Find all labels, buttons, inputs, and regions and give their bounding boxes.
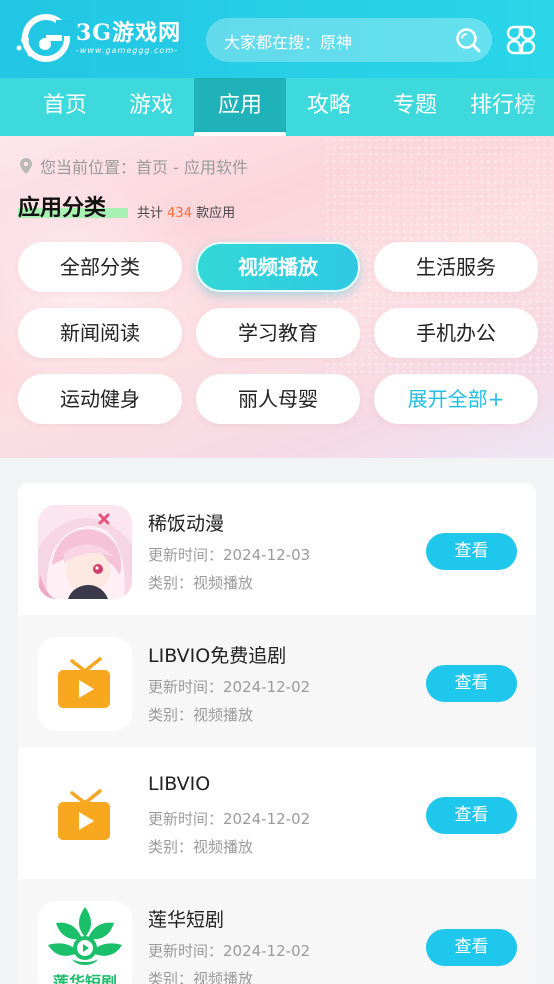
search-icon[interactable] (454, 26, 482, 54)
category-life[interactable]: 生活服务 (374, 242, 538, 292)
site-logo[interactable]: 3G游戏网 -www.gameggg.com- (16, 14, 181, 62)
category-expand-all[interactable]: 展开全部+ (374, 374, 538, 424)
app-update-date: 更新时间：2024-12-02 (148, 678, 311, 696)
category-sports[interactable]: 运动健身 (18, 374, 182, 424)
category-all[interactable]: 全部分类 (18, 242, 182, 292)
app-name: LIBVIO (148, 773, 211, 795)
nav-guides[interactable]: 攻略 (286, 78, 372, 136)
search-input[interactable]: 大家都在搜：原神 (206, 18, 492, 62)
view-button[interactable]: 查看 (426, 533, 517, 570)
view-button[interactable]: 查看 (426, 797, 517, 834)
category-video[interactable]: 视频播放 (196, 242, 360, 292)
list-item[interactable]: 稀饭动漫 更新时间：2024-12-03 类别：视频播放 查看 (18, 483, 536, 615)
icon-brand-text: 莲华短剧 (52, 973, 117, 984)
search-placeholder: 大家都在搜：原神 (224, 33, 353, 52)
nav-scroll-fade (514, 78, 554, 136)
logo-subtitle: -www.gameggg.com- (76, 46, 178, 55)
count-suffix: 款应用 (196, 206, 236, 221)
anime-girl-icon (38, 505, 132, 599)
breadcrumb: 您当前位置：首页 - 应用软件 (18, 154, 248, 178)
lotus-play-icon: 莲华短剧 (38, 901, 132, 984)
nav-topics[interactable]: 专题 (372, 78, 458, 136)
view-button[interactable]: 查看 (426, 665, 517, 702)
count-prefix: 共计 (137, 206, 164, 221)
count-number: 434 (167, 206, 192, 221)
category-office[interactable]: 手机办公 (374, 308, 538, 358)
logo-mark-icon (16, 14, 74, 62)
nav-apps[interactable]: 应用 (194, 78, 286, 136)
category-news[interactable]: 新闻阅读 (18, 308, 182, 358)
view-button[interactable]: 查看 (426, 929, 517, 966)
category-menu-icon[interactable] (505, 24, 537, 56)
list-item[interactable]: LIBVIO 更新时间：2024-12-02 类别：视频播放 查看 (18, 747, 536, 879)
category-title: 应用分类 (18, 196, 107, 221)
category-beauty-baby[interactable]: 丽人母婴 (196, 374, 360, 424)
app-name: LIBVIO免费追剧 (148, 645, 287, 667)
category-panel: 您当前位置：首页 - 应用软件 应用分类 共计 434 款应用 全部分类 视频播… (0, 136, 554, 458)
app-category: 类别：视频播放 (148, 970, 254, 984)
category-count: 共计 434 款应用 (137, 202, 235, 221)
category-education[interactable]: 学习教育 (196, 308, 360, 358)
app-update-date: 更新时间：2024-12-03 (148, 546, 311, 564)
app-list: 稀饭动漫 更新时间：2024-12-03 类别：视频播放 查看 LIBVIO免费… (18, 483, 536, 984)
header-bar: 3G游戏网 -www.gameggg.com- 大家都在搜：原神 (0, 0, 554, 78)
app-name: 莲华短剧 (148, 909, 225, 931)
app-category: 类别：视频播放 (148, 838, 254, 856)
list-item[interactable]: 莲华短剧 莲华短剧 更新时间：2024-12-02 类别：视频播放 查看 (18, 879, 536, 984)
app-update-date: 更新时间：2024-12-02 (148, 810, 311, 828)
breadcrumb-text: 您当前位置：首页 - 应用软件 (40, 158, 248, 177)
app-category: 类别：视频播放 (148, 574, 254, 592)
nav-home[interactable]: 首页 (22, 78, 108, 136)
main-nav: 首页 游戏 应用 攻略 专题 排行榜 (0, 78, 554, 136)
tv-play-icon (38, 769, 132, 863)
app-update-date: 更新时间：2024-12-02 (148, 942, 311, 960)
location-pin-icon (20, 158, 32, 174)
app-category: 类别：视频播放 (148, 706, 254, 724)
nav-games[interactable]: 游戏 (108, 78, 194, 136)
tv-play-icon (38, 637, 132, 731)
logo-title: 3G游戏网 (76, 20, 182, 46)
app-name: 稀饭动漫 (148, 513, 225, 535)
list-item[interactable]: LIBVIO免费追剧 更新时间：2024-12-02 类别：视频播放 查看 (18, 615, 536, 747)
